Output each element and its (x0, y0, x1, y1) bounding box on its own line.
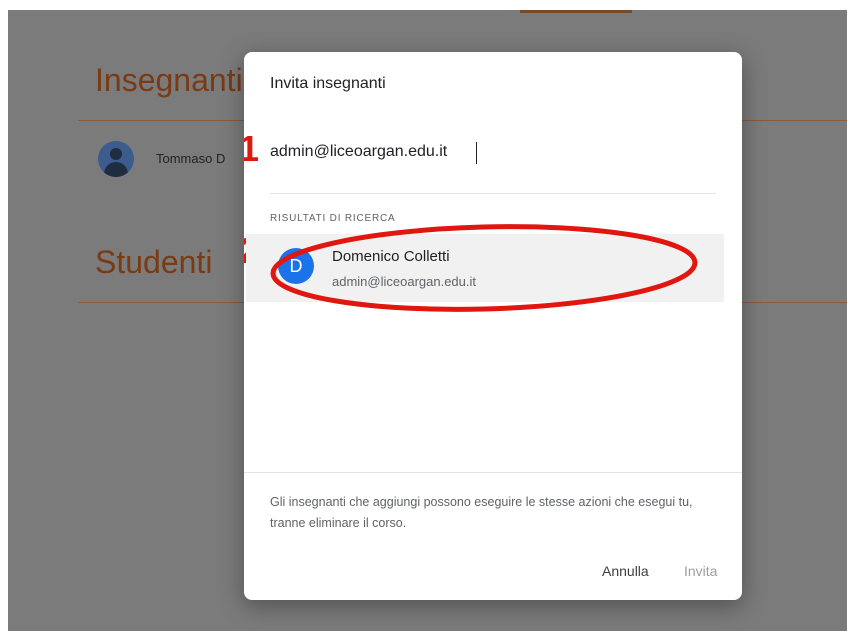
email-search-input[interactable] (270, 138, 690, 166)
result-avatar: D (278, 248, 314, 284)
invite-button[interactable]: Invita (684, 563, 717, 579)
students-heading: Studenti (95, 244, 213, 280)
invite-teachers-dialog: Invita insegnanti 1 RISULTATI DI RICERCA… (244, 52, 742, 600)
footer-divider (244, 472, 742, 473)
teacher-avatar-icon (98, 141, 134, 177)
footer-note: Gli insegnanti che aggiungi possono eseg… (270, 495, 693, 530)
cancel-button[interactable]: Annulla (602, 563, 649, 579)
top-tab-indicator (520, 10, 632, 13)
text-caret (476, 142, 477, 164)
teachers-heading: Insegnanti (95, 62, 243, 98)
input-divider (270, 193, 716, 194)
step-1-annotation: 1 (244, 128, 260, 169)
teacher-name: Tommaso D (156, 151, 226, 166)
result-name: Domenico Colletti (332, 248, 450, 265)
search-results-label: RISULTATI DI RICERCA (270, 213, 396, 224)
search-result-item[interactable]: D Domenico Colletti admin@liceoargan.edu… (246, 234, 724, 302)
result-email: admin@liceoargan.edu.it (332, 274, 477, 289)
dialog-title: Invita insegnanti (270, 75, 386, 92)
